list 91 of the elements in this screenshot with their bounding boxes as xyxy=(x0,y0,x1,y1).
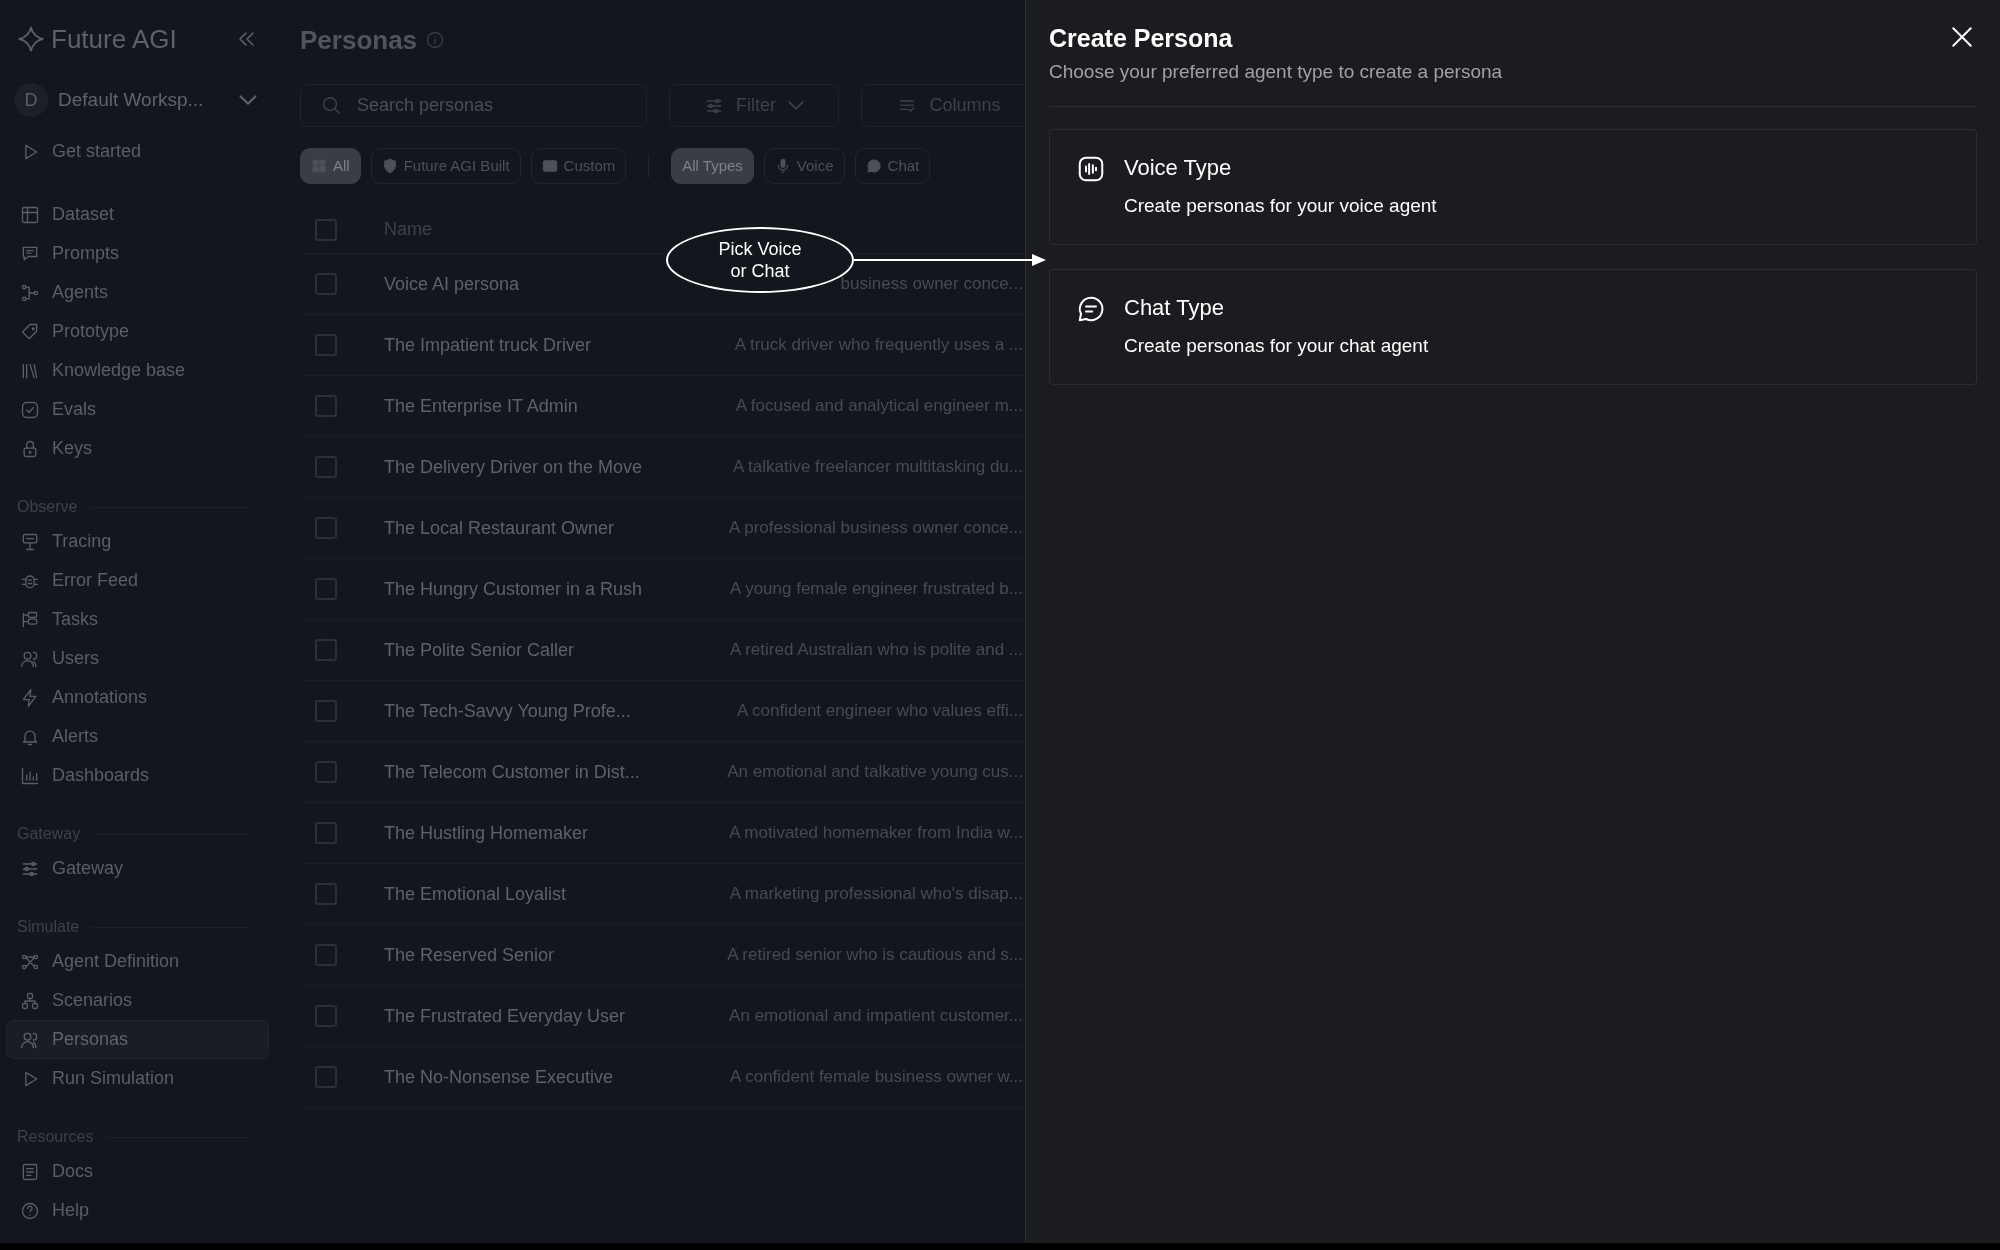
checkbox[interactable] xyxy=(315,822,337,844)
filter-chip[interactable]: Future AGI Built xyxy=(370,148,521,184)
table-cell-text: The Hustling Homemaker xyxy=(384,821,590,845)
sidebar-item[interactable]: Error Feed xyxy=(6,561,269,600)
sidebar-item[interactable]: Agent Definition xyxy=(6,942,269,981)
table-cell-text: The Delivery Driver on the Move xyxy=(384,455,644,479)
checkbox[interactable] xyxy=(315,1066,337,1088)
table-cell-text: The Tech-Savvy Young Profe... xyxy=(384,699,632,723)
sidebar-item[interactable]: Prompts xyxy=(6,234,269,273)
option-card[interactable]: Voice Type Create personas for your voice agent xyxy=(1049,129,1977,245)
sidebar-item[interactable]: Personas xyxy=(6,1020,269,1059)
sidebar-item[interactable]: Keys xyxy=(6,429,269,468)
table-cell-text: The Frustrated Everyday User xyxy=(384,1004,627,1028)
sidebar-item[interactable]: Scenarios xyxy=(6,981,269,1020)
sidebar-item[interactable]: Agents xyxy=(6,273,269,312)
help-icon xyxy=(20,1200,40,1221)
table-cell-text: The Local Restaurant Owner xyxy=(384,516,616,540)
page-title: Personas xyxy=(300,23,418,57)
star-logo-icon xyxy=(17,25,45,53)
checkbox[interactable] xyxy=(315,218,337,241)
sidebar-item[interactable]: Users xyxy=(6,639,269,678)
sidebar-item[interactable]: Help xyxy=(6,1191,269,1230)
sidebar-item[interactable]: Tracing xyxy=(6,522,269,561)
checkbox[interactable] xyxy=(315,639,337,661)
checkbox[interactable] xyxy=(315,944,337,966)
checkbox[interactable] xyxy=(315,761,337,783)
flow-icon xyxy=(20,282,40,303)
sidebar-item[interactable]: Annotations xyxy=(6,678,269,717)
option-description: Create personas for your voice agent xyxy=(1124,194,1437,218)
sidebar-item[interactable]: Dataset xyxy=(6,195,269,234)
option-description: Create personas for your chat agent xyxy=(1124,334,1429,358)
chat-bubble-icon xyxy=(865,158,882,174)
sidebar-item[interactable]: Prototype xyxy=(6,312,269,351)
drawer-subtitle: Choose your preferred agent type to create a persona xyxy=(1049,59,1503,84)
checkbox[interactable] xyxy=(315,1005,337,1027)
check-icon xyxy=(20,399,40,420)
tag-icon xyxy=(20,321,40,342)
workspace-name: Default Worksp... xyxy=(58,87,204,112)
table-cell-text: The Hungry Customer in a Rush xyxy=(384,577,644,601)
sidebar-item[interactable]: Run Simulation xyxy=(6,1059,269,1098)
table-cell-text: The Reserved Senior xyxy=(384,943,556,967)
table-cell-text: The Telecom Customer in Dist... xyxy=(384,760,641,784)
info-icon xyxy=(425,30,446,50)
table-icon xyxy=(20,204,40,225)
table-cell-text: The No-Nonsense Executive xyxy=(384,1065,615,1089)
sidebar-item[interactable]: Dashboards xyxy=(6,756,269,795)
checkbox[interactable] xyxy=(315,517,337,539)
chat-icon xyxy=(1076,294,1106,324)
checkbox[interactable] xyxy=(315,456,337,478)
checkbox[interactable] xyxy=(315,395,337,417)
waveform-icon xyxy=(1076,154,1106,184)
hierarchy-icon xyxy=(20,990,40,1011)
checkbox[interactable] xyxy=(315,273,337,295)
chevron-down-icon xyxy=(788,101,804,110)
workspace-avatar: D xyxy=(14,83,48,117)
brand-name: Future AGI xyxy=(51,22,177,56)
checkbox[interactable] xyxy=(315,700,337,722)
sidebar-item[interactable]: Gateway xyxy=(6,849,269,888)
sidebar-item[interactable]: Alerts xyxy=(6,717,269,756)
list-icon xyxy=(20,609,40,630)
checkbox[interactable] xyxy=(315,334,337,356)
filter-chip[interactable]: Custom xyxy=(530,148,627,184)
sidebar-item[interactable]: Tasks xyxy=(6,600,269,639)
table-cell-text: The Enterprise IT Admin xyxy=(384,394,579,418)
table-cell-text: The Impatient truck Driver xyxy=(384,333,593,357)
table-cell-text: Voice AI persona xyxy=(384,272,521,296)
table-cell-text: The Polite Senior Caller xyxy=(384,638,576,662)
checkbox[interactable] xyxy=(315,578,337,600)
presentation-icon xyxy=(20,531,40,552)
checkbox[interactable] xyxy=(315,883,337,905)
document-icon xyxy=(20,1161,40,1182)
filter-chip[interactable]: All xyxy=(300,148,361,184)
workspace-selector[interactable]: D Default Worksp... xyxy=(6,80,269,120)
bar-chart-icon xyxy=(20,765,40,786)
option-title: Chat Type xyxy=(1124,294,1225,322)
search-field[interactable]: Search personas xyxy=(300,84,647,127)
chevron-down-icon xyxy=(239,95,257,105)
sidebar-item[interactable]: Evals xyxy=(6,390,269,429)
drawer-title: Create Persona xyxy=(1049,23,1234,54)
shield-icon xyxy=(381,158,398,174)
option-card[interactable]: Chat Type Create personas for your chat agent xyxy=(1049,269,1977,385)
search-icon xyxy=(320,94,342,116)
filter-chip[interactable]: Chat xyxy=(854,148,931,184)
sidebar-item[interactable]: Docs xyxy=(6,1152,269,1191)
option-title: Voice Type xyxy=(1124,154,1233,182)
sidebar-item[interactable]: Knowledge base xyxy=(6,351,269,390)
sidebar-item[interactable]: Get started xyxy=(6,132,269,171)
filter-chip[interactable]: All Types xyxy=(671,148,754,184)
id-card-icon xyxy=(541,158,558,174)
filter-chip[interactable]: Voice xyxy=(763,148,845,184)
table-cell-text: The Emotional Loyalist xyxy=(384,882,568,906)
